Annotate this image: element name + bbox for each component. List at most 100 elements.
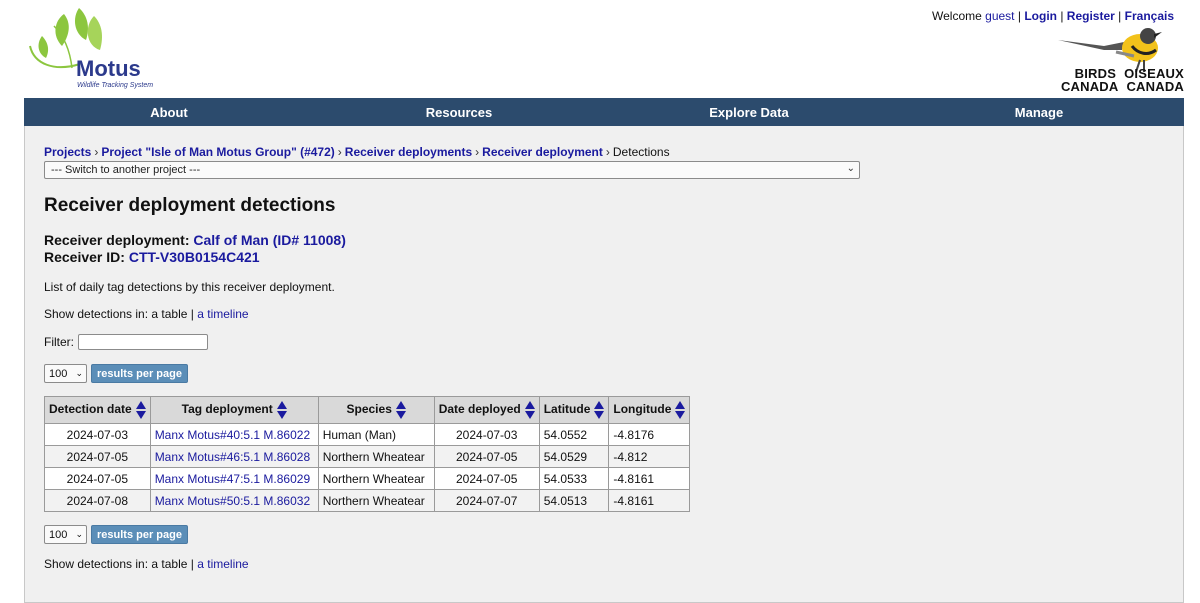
nav-manage[interactable]: Manage xyxy=(894,105,1184,120)
chevron-down-icon: ⌄ xyxy=(75,529,83,539)
filter-row: Filter: xyxy=(44,334,208,350)
table-row: 2024-07-08 Manx Motus#50:5.1 M.86032 Nor… xyxy=(44,489,691,512)
motus-wordmark: Motus xyxy=(76,56,141,81)
cell-species: Human (Man) xyxy=(317,423,435,446)
col-label: Longitude xyxy=(613,402,672,417)
deployment-link[interactable]: Calf of Man (ID# 11008) xyxy=(193,232,346,248)
col-label: Species xyxy=(346,402,392,417)
results-per-page-button[interactable]: results per page xyxy=(91,364,188,383)
breadcrumb-sep: › xyxy=(475,145,480,159)
per-page-value: 100 xyxy=(49,529,68,541)
cell-latitude: 54.0533 xyxy=(538,467,610,490)
nav-about[interactable]: About xyxy=(24,105,314,120)
breadcrumb: Projects › Project "Isle of Man Motus Grou… xyxy=(44,145,670,159)
cell-tag-deployment: Manx Motus#40:5.1 M.86022 xyxy=(149,423,319,446)
breadcrumb-sep: › xyxy=(94,145,99,159)
cell-longitude: -4.8176 xyxy=(608,423,691,446)
motus-logo[interactable]: Motus Wildlife Tracking System xyxy=(24,6,174,94)
cell-tag-deployment: Manx Motus#47:5.1 M.86029 xyxy=(149,467,319,490)
canada-word: CANADA xyxy=(1060,79,1119,94)
cell-date-deployed: 2024-07-07 xyxy=(433,489,540,512)
separator: | xyxy=(1118,9,1122,23)
birds-canada-wordmark: BIRDS OISEAUX CANADA CANADA xyxy=(1061,67,1184,93)
receiver-label: Receiver ID: xyxy=(44,249,125,265)
results-per-page-button[interactable]: results per page xyxy=(91,525,188,544)
separator: | xyxy=(1017,9,1021,23)
view-table-current: a table xyxy=(151,307,188,321)
view-switch-bottom: Show detections in: a table | a timeline xyxy=(44,557,249,571)
login-link[interactable]: Login xyxy=(1024,9,1057,23)
page-title: Receiver deployment detections xyxy=(44,195,336,216)
col-label: Detection date xyxy=(49,402,132,417)
per-page-select[interactable]: 100 ⌄ xyxy=(44,525,87,544)
nav-resources[interactable]: Resources xyxy=(314,105,604,120)
sort-icon[interactable] xyxy=(675,401,686,419)
pager-bottom: 100 ⌄ results per page xyxy=(44,525,188,544)
cell-date-deployed: 2024-07-05 xyxy=(433,467,540,490)
breadcrumb-projects[interactable]: Projects xyxy=(44,145,91,159)
col-date-deployed[interactable]: Date deployed xyxy=(433,396,540,424)
pager-top: 100 ⌄ results per page xyxy=(44,364,188,383)
breadcrumb-sep: › xyxy=(605,145,610,159)
per-page-value: 100 xyxy=(49,368,68,380)
breadcrumb-receiver-deployments[interactable]: Receiver deployments xyxy=(345,145,472,159)
tag-deployment-link[interactable]: Manx Motus#40:5.1 M.86022 xyxy=(155,428,310,442)
breadcrumb-project[interactable]: Project "Isle of Man Motus Group" (#472) xyxy=(101,145,334,159)
guest-link[interactable]: guest xyxy=(985,9,1014,23)
register-link[interactable]: Register xyxy=(1067,9,1115,23)
sort-icon[interactable] xyxy=(395,401,406,419)
tag-deployment-link[interactable]: Manx Motus#47:5.1 M.86029 xyxy=(155,472,310,486)
cell-tag-deployment: Manx Motus#50:5.1 M.86032 xyxy=(149,489,319,512)
cell-tag-deployment: Manx Motus#46:5.1 M.86028 xyxy=(149,445,319,468)
filter-label: Filter: xyxy=(44,335,74,349)
per-page-select[interactable]: 100 ⌄ xyxy=(44,364,87,383)
sort-icon[interactable] xyxy=(524,401,535,419)
breadcrumb-sep: › xyxy=(337,145,342,159)
table-row: 2024-07-05 Manx Motus#47:5.1 M.86029 Nor… xyxy=(44,467,691,490)
account-links: Welcome guest | Login | Register | Franç… xyxy=(932,9,1174,23)
deployment-label: Receiver deployment: xyxy=(44,232,190,248)
deployment-info: Receiver deployment: Calf of Man (ID# 11… xyxy=(44,232,346,266)
chevron-down-icon: ⌄ xyxy=(846,163,855,174)
view-switch-label: Show detections in: xyxy=(44,307,149,321)
canada-word-fr: CANADA xyxy=(1126,79,1184,94)
cell-detection-date: 2024-07-05 xyxy=(44,467,151,490)
nav-explore-data[interactable]: Explore Data xyxy=(604,105,894,120)
view-switch-sep: | xyxy=(190,307,194,321)
cell-longitude: -4.812 xyxy=(608,445,691,468)
separator: | xyxy=(1060,9,1064,23)
breadcrumb-receiver-deployment[interactable]: Receiver deployment xyxy=(482,145,603,159)
tag-deployment-link[interactable]: Manx Motus#46:5.1 M.86028 xyxy=(155,450,310,464)
sort-icon[interactable] xyxy=(276,401,287,419)
breadcrumb-current: Detections xyxy=(612,145,670,159)
col-longitude[interactable]: Longitude xyxy=(608,396,691,424)
col-tag-deployment[interactable]: Tag deployment xyxy=(149,396,319,424)
filter-input[interactable] xyxy=(78,334,208,350)
cell-longitude: -4.8161 xyxy=(608,467,691,490)
cell-species: Northern Wheatear xyxy=(317,489,435,512)
cell-detection-date: 2024-07-08 xyxy=(44,489,151,512)
language-link[interactable]: Français xyxy=(1125,9,1174,23)
sort-icon[interactable] xyxy=(135,401,146,419)
sort-icon[interactable] xyxy=(594,401,605,419)
view-timeline-link[interactable]: a timeline xyxy=(197,557,248,571)
col-label: Tag deployment xyxy=(181,402,273,417)
chevron-down-icon: ⌄ xyxy=(75,368,83,378)
view-table-current: a table xyxy=(151,557,188,571)
project-switcher-select[interactable]: --- Switch to another project --- ⌄ xyxy=(44,161,860,179)
welcome-text: Welcome xyxy=(932,9,982,23)
cell-latitude: 54.0513 xyxy=(538,489,610,512)
cell-detection-date: 2024-07-05 xyxy=(44,445,151,468)
receiver-link[interactable]: CTT-V30B0154C421 xyxy=(129,249,260,265)
cell-latitude: 54.0552 xyxy=(538,423,610,446)
warbler-bird-icon xyxy=(1058,28,1162,73)
cell-date-deployed: 2024-07-03 xyxy=(433,423,540,446)
cell-species: Northern Wheatear xyxy=(317,467,435,490)
col-species[interactable]: Species xyxy=(317,396,435,424)
col-detection-date[interactable]: Detection date xyxy=(44,396,151,424)
col-latitude[interactable]: Latitude xyxy=(538,396,610,424)
tag-deployment-link[interactable]: Manx Motus#50:5.1 M.86032 xyxy=(155,494,310,508)
description-text: List of daily tag detections by this rec… xyxy=(44,280,335,294)
project-switcher-value: --- Switch to another project --- xyxy=(51,164,201,176)
view-timeline-link[interactable]: a timeline xyxy=(197,307,248,321)
